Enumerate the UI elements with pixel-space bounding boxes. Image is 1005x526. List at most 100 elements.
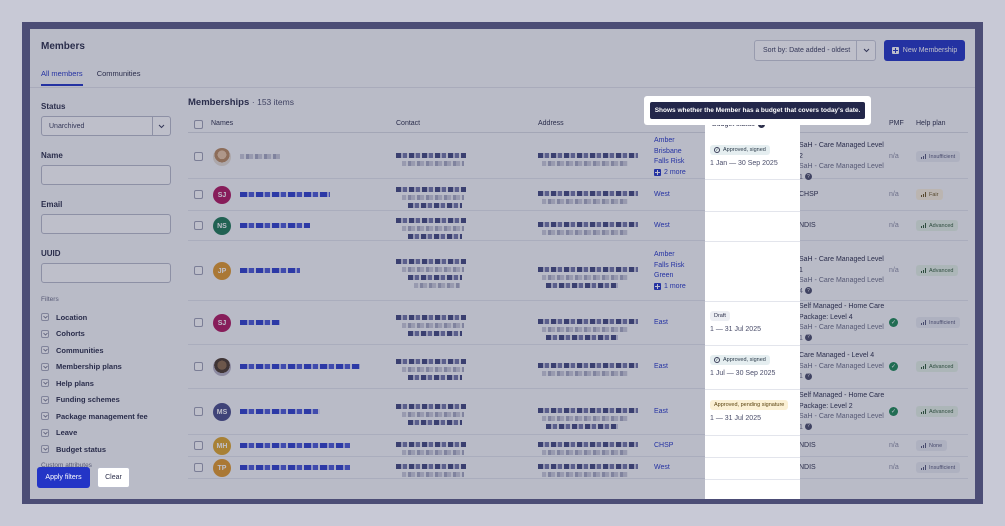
community-link[interactable]: East bbox=[654, 362, 668, 373]
plan-cell: SaH - Care Managed Level 1 SaH - Care Man… bbox=[799, 255, 885, 297]
row-checkbox[interactable] bbox=[194, 318, 203, 327]
question-icon[interactable]: ? bbox=[804, 372, 812, 380]
filter-item[interactable]: Location bbox=[41, 309, 171, 326]
budget-date-range: 1 Jan — 30 Sep 2025 bbox=[710, 159, 778, 167]
question-icon[interactable]: ? bbox=[804, 423, 812, 431]
select-all-checkbox[interactable] bbox=[194, 120, 203, 129]
row-checkbox[interactable] bbox=[194, 190, 203, 199]
browser-frame: Members Sort by: Date added - oldest New… bbox=[22, 22, 983, 504]
sort-select[interactable]: Sort by: Date added - oldest bbox=[754, 40, 876, 61]
community-link[interactable]: Green bbox=[654, 271, 686, 282]
contact-redacted bbox=[402, 267, 464, 272]
member-name-redacted[interactable] bbox=[240, 192, 330, 197]
table-row[interactable]: NS West NDIS n/a Advanced bbox=[188, 211, 968, 241]
address-redacted bbox=[542, 161, 628, 166]
name-input[interactable] bbox=[41, 165, 171, 185]
member-name-redacted[interactable] bbox=[240, 409, 320, 414]
row-checkbox[interactable] bbox=[194, 266, 203, 275]
member-name-redacted[interactable] bbox=[240, 320, 280, 325]
filter-item[interactable]: Membership plans bbox=[41, 359, 171, 376]
row-checkbox[interactable] bbox=[194, 152, 203, 161]
member-name-redacted[interactable] bbox=[240, 443, 350, 448]
community-link[interactable]: West bbox=[654, 190, 670, 201]
member-name-redacted[interactable] bbox=[240, 268, 300, 273]
filter-item[interactable]: Help plans bbox=[41, 375, 171, 392]
address-redacted bbox=[542, 199, 628, 204]
row-checkbox[interactable] bbox=[194, 407, 203, 416]
row-checkbox[interactable] bbox=[194, 362, 203, 371]
uuid-input[interactable] bbox=[41, 263, 171, 283]
table-row[interactable]: TP West NDIS n/a Insufficient bbox=[188, 457, 968, 479]
community-link[interactable]: Amber bbox=[654, 136, 686, 147]
filter-item[interactable]: Communities bbox=[41, 342, 171, 359]
plan-secondary: SaH - Care Managed Level 1 ? bbox=[799, 362, 885, 383]
address-redacted bbox=[538, 464, 638, 469]
plan-name: Self Managed - Home Care Package: Level … bbox=[799, 303, 885, 321]
chevron-down-icon[interactable] bbox=[856, 41, 875, 60]
budget-row-divider bbox=[705, 389, 800, 390]
email-input[interactable] bbox=[41, 214, 171, 234]
member-name-redacted[interactable] bbox=[240, 223, 310, 228]
clear-button[interactable]: Clear bbox=[97, 467, 130, 488]
apply-filters-button[interactable]: Apply filters bbox=[37, 467, 90, 488]
filter-item[interactable]: Budget status bbox=[41, 441, 171, 458]
community-link[interactable]: CHSP bbox=[654, 441, 673, 452]
table-row[interactable]: MS East Self Managed - Home Care Package: … bbox=[188, 389, 968, 435]
filter-label: Budget status bbox=[56, 444, 107, 454]
row-checkbox[interactable] bbox=[194, 463, 203, 472]
table-row[interactable]: East Care Managed - Level 4 SaH - Care Man… bbox=[188, 345, 968, 389]
contact-redacted bbox=[396, 442, 466, 447]
col-contact[interactable]: Contact bbox=[396, 120, 420, 127]
plan-name: CHSP bbox=[799, 190, 819, 198]
address-redacted bbox=[538, 408, 638, 413]
member-name-redacted[interactable] bbox=[240, 154, 280, 159]
community-link[interactable]: West bbox=[654, 221, 670, 232]
tab-all-members[interactable]: All members bbox=[41, 69, 83, 86]
community-link[interactable]: West bbox=[654, 463, 670, 474]
col-address[interactable]: Address bbox=[538, 120, 564, 127]
row-checkbox[interactable] bbox=[194, 221, 203, 230]
col-help-plan[interactable]: Help plan bbox=[916, 120, 946, 127]
community-link[interactable]: Falls Risk bbox=[654, 261, 686, 272]
filter-item[interactable]: Cohorts bbox=[41, 326, 171, 343]
status-select[interactable]: Unarchived bbox=[41, 116, 171, 136]
pmf-value: n/a bbox=[889, 464, 899, 471]
member-name-redacted[interactable] bbox=[240, 364, 360, 369]
tab-communities[interactable]: Communities bbox=[97, 69, 141, 86]
more-communities-link[interactable]: 1 more bbox=[654, 282, 686, 293]
filter-label: Location bbox=[56, 312, 88, 322]
more-communities-link[interactable]: 2 more bbox=[654, 168, 686, 179]
address-redacted bbox=[542, 371, 628, 376]
question-icon[interactable]: ? bbox=[804, 334, 812, 342]
communities-cell: East bbox=[654, 318, 668, 329]
chevron-down-icon bbox=[152, 117, 170, 135]
col-pmf[interactable]: PMF bbox=[889, 120, 904, 127]
table-row[interactable]: MH CHSP NDIS n/a None bbox=[188, 435, 968, 457]
communities-cell: West bbox=[654, 190, 670, 201]
table-row[interactable]: SJ West CHSP n/a Fair bbox=[188, 179, 968, 211]
plan-cell: NDIS bbox=[799, 441, 885, 452]
new-membership-button[interactable]: New Membership bbox=[884, 40, 965, 61]
community-link[interactable]: East bbox=[654, 407, 668, 418]
filter-item[interactable]: Leave bbox=[41, 425, 171, 442]
table-row[interactable]: SJ East Self Managed - Home Care Package: … bbox=[188, 301, 968, 345]
member-name-redacted[interactable] bbox=[240, 465, 350, 470]
contact-redacted bbox=[408, 275, 462, 280]
filter-item[interactable]: Funding schemes bbox=[41, 392, 171, 409]
community-link[interactable]: Falls Risk bbox=[654, 157, 686, 168]
plan-cell: CHSP bbox=[799, 190, 885, 201]
address-redacted bbox=[542, 416, 628, 421]
community-link[interactable]: Brisbane bbox=[654, 147, 686, 158]
question-icon[interactable]: ? bbox=[804, 287, 812, 295]
community-link[interactable]: Amber bbox=[654, 250, 686, 261]
table-row[interactable]: Amber Brisbane Falls Risk 2 more SaH - Care … bbox=[188, 135, 968, 181]
community-link[interactable]: East bbox=[654, 318, 668, 329]
avatar: TP bbox=[213, 459, 231, 477]
address-redacted bbox=[538, 442, 638, 447]
plan-secondary-text: SaH - Care Managed Level 1 bbox=[799, 324, 884, 342]
budget-date-range: 1 Jul — 30 Sep 2025 bbox=[710, 369, 776, 377]
table-row[interactable]: JP Amber Falls Risk Green 1 more SaH - Care M… bbox=[188, 241, 968, 301]
row-checkbox[interactable] bbox=[194, 441, 203, 450]
col-names[interactable]: Names bbox=[211, 120, 233, 127]
filter-item[interactable]: Package management fee bbox=[41, 408, 171, 425]
